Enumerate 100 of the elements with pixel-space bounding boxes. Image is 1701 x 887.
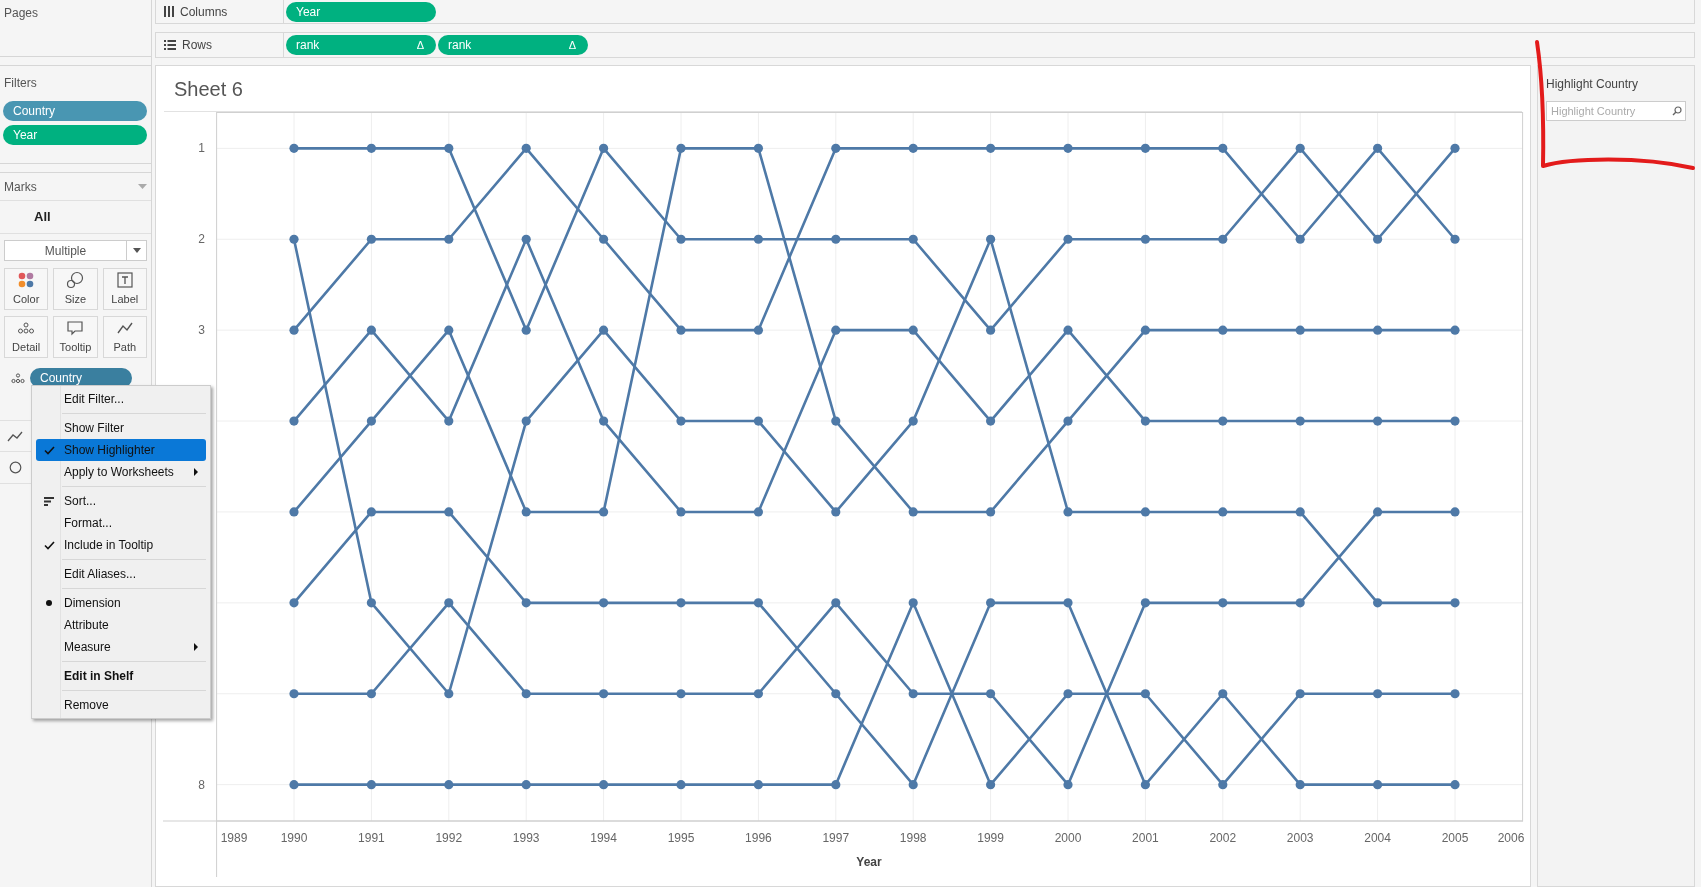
caret-icon — [138, 183, 147, 190]
x-tick-label: 1994 — [590, 831, 617, 845]
point — [908, 143, 918, 153]
point — [521, 598, 531, 608]
point — [986, 689, 996, 699]
point — [1140, 143, 1150, 153]
menu-item[interactable]: Sort... — [36, 490, 206, 512]
circles-icon — [66, 270, 85, 289]
point — [289, 507, 299, 517]
point — [831, 234, 841, 244]
menu-item[interactable]: Dimension — [36, 592, 206, 614]
x-tick-label: 1998 — [899, 831, 927, 845]
point — [753, 234, 763, 244]
menu-item[interactable]: Attribute — [36, 614, 206, 636]
marks-scope-label: All — [34, 208, 51, 227]
point — [986, 325, 996, 335]
point — [599, 598, 609, 608]
point — [1450, 143, 1460, 153]
search-icon — [1672, 106, 1682, 116]
point — [831, 598, 841, 608]
point — [521, 143, 531, 153]
point — [1063, 325, 1073, 335]
point — [908, 234, 918, 244]
x-tick-label: 2006 — [1497, 831, 1525, 845]
point — [289, 689, 299, 699]
point — [289, 325, 299, 335]
pages-title: Pages — [4, 5, 40, 22]
point — [1063, 143, 1073, 153]
point — [444, 416, 454, 426]
point — [366, 325, 376, 335]
bullet-icon — [46, 600, 52, 606]
point — [753, 598, 763, 608]
point — [521, 507, 531, 517]
point — [1218, 689, 1228, 699]
point — [831, 416, 841, 426]
point — [676, 507, 686, 517]
menu-item[interactable]: Show Filter — [36, 417, 206, 439]
point — [1295, 416, 1305, 426]
point — [1140, 325, 1150, 335]
point — [1450, 598, 1460, 608]
point — [986, 234, 996, 244]
point — [1373, 689, 1383, 699]
sheet-title: Sheet 6 — [174, 76, 243, 102]
point — [753, 325, 763, 335]
menu-item[interactable]: Remove — [36, 694, 206, 716]
mark-property-button[interactable]: Tooltip — [53, 316, 98, 358]
point — [753, 689, 763, 699]
point — [1373, 598, 1383, 608]
caret-icon — [132, 248, 141, 253]
point — [444, 234, 454, 244]
x-tick-label: 1997 — [822, 831, 850, 845]
point — [1373, 325, 1383, 335]
point — [1295, 234, 1305, 244]
point — [599, 689, 609, 699]
mark-type-dropdown[interactable]: Multiple — [4, 240, 147, 261]
dots-icon — [11, 371, 25, 385]
menu-item[interactable]: Show Highlighter — [36, 439, 206, 461]
point — [599, 507, 609, 517]
point — [753, 780, 763, 790]
speech-bubble-icon — [66, 318, 85, 337]
point — [1295, 598, 1305, 608]
x-tick-label: 1993 — [512, 831, 540, 845]
point — [1218, 507, 1228, 517]
point — [1063, 507, 1073, 517]
menu-item[interactable]: Edit Aliases... — [36, 563, 206, 585]
menu-item[interactable]: Apply to Worksheets — [36, 461, 206, 483]
point — [1373, 416, 1383, 426]
point — [986, 780, 996, 790]
point — [366, 689, 376, 699]
highlighter-title: Highlight Country — [1546, 76, 1640, 93]
point — [753, 507, 763, 517]
point — [1295, 143, 1305, 153]
point — [444, 507, 454, 517]
menu-item[interactable]: Edit Filter... — [36, 388, 206, 410]
point — [1140, 416, 1150, 426]
point — [366, 234, 376, 244]
circle-icon — [9, 461, 22, 474]
point — [831, 689, 841, 699]
field-pill[interactable]: Country — [30, 368, 132, 388]
mark-property-button[interactable]: Label — [102, 268, 147, 310]
point — [289, 416, 299, 426]
point — [444, 780, 454, 790]
point — [1140, 234, 1150, 244]
mark-property-button[interactable]: Path — [102, 316, 147, 358]
menu-item[interactable]: Include in Tooltip — [36, 534, 206, 556]
point — [676, 416, 686, 426]
point — [676, 780, 686, 790]
mark-property-button[interactable]: Color — [4, 268, 49, 310]
menu-item[interactable]: Format... — [36, 512, 206, 534]
search-field[interactable]: Highlight Country — [1546, 101, 1686, 121]
menu-item[interactable]: Measure — [36, 636, 206, 658]
mark-property-button[interactable]: Detail — [4, 316, 49, 358]
mark-property-button[interactable]: Size — [53, 268, 98, 310]
point — [986, 507, 996, 517]
submenu-arrow-icon — [194, 643, 198, 651]
point — [1063, 598, 1073, 608]
menu-item[interactable]: Edit in Shelf — [36, 665, 206, 687]
point — [289, 780, 299, 790]
point — [831, 325, 841, 335]
point — [676, 325, 686, 335]
